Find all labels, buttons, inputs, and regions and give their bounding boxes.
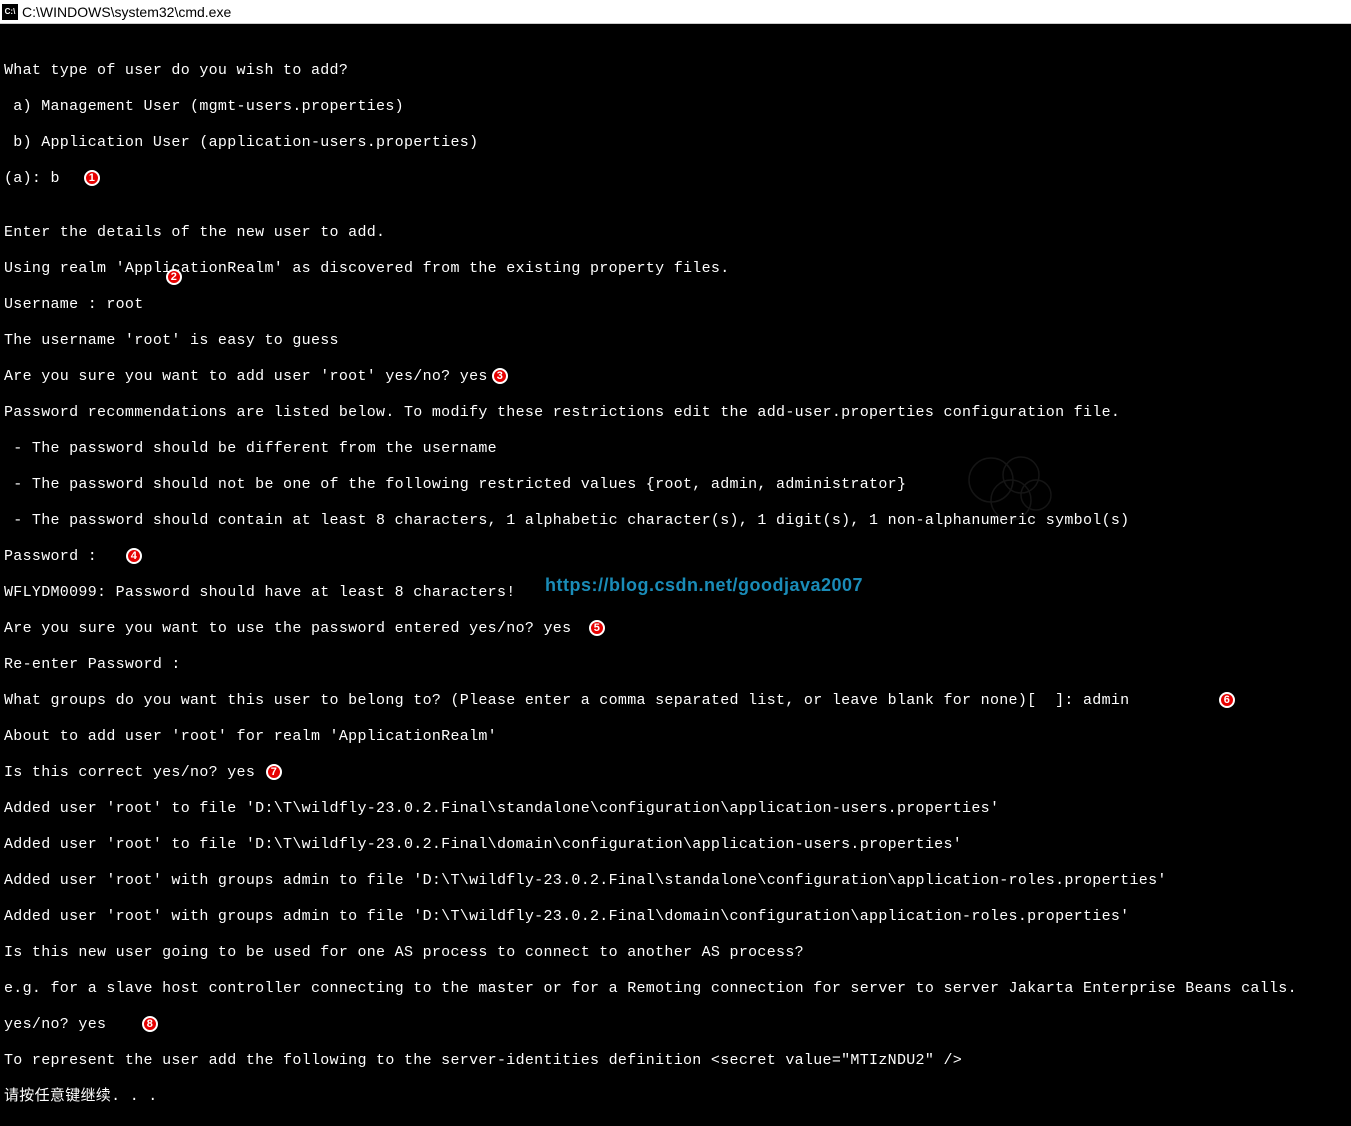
window-title: C:\WINDOWS\system32\cmd.exe (22, 4, 231, 20)
terminal-line: Using realm 'ApplicationRealm' as discov… (4, 260, 1347, 278)
annotation-marker-6: 6 (1219, 692, 1235, 708)
terminal-line: a) Management User (mgmt-users.propertie… (4, 98, 1347, 116)
watermark-logo (951, 440, 1071, 540)
annotation-marker-8: 8 (142, 1016, 158, 1032)
annotation-marker-2: 2 (166, 269, 182, 285)
terminal-line: - The password should be different from … (4, 440, 1347, 458)
terminal-line: Password recommendations are listed belo… (4, 404, 1347, 422)
terminal-line: Is this new user going to be used for on… (4, 944, 1347, 962)
terminal-line: To represent the user add the following … (4, 1052, 1347, 1070)
terminal-line: Re-enter Password : (4, 656, 1347, 674)
terminal-line: Password :4 (4, 548, 1347, 566)
terminal-line: - The password should not be one of the … (4, 476, 1347, 494)
terminal-line: yes/no? yes8 (4, 1016, 1347, 1034)
cloud-logo-icon (951, 440, 1071, 540)
window-titlebar: C:\ C:\WINDOWS\system32\cmd.exe (0, 0, 1351, 24)
terminal-line: Added user 'root' to file 'D:\T\wildfly-… (4, 836, 1347, 854)
terminal-line: Are you sure you want to use the passwor… (4, 620, 1347, 638)
terminal-line: e.g. for a slave host controller connect… (4, 980, 1347, 998)
annotation-marker-1: 1 (84, 170, 100, 186)
annotation-marker-3: 3 (492, 368, 508, 384)
annotation-marker-4: 4 (126, 548, 142, 564)
terminal-line: Added user 'root' with groups admin to f… (4, 908, 1347, 926)
terminal-line: 请按任意键继续. . . (4, 1088, 1347, 1106)
terminal-line: Is this correct yes/no? yes7 (4, 764, 1347, 782)
annotation-marker-7: 7 (266, 764, 282, 780)
terminal-line: Added user 'root' to file 'D:\T\wildfly-… (4, 800, 1347, 818)
terminal-line: b) Application User (application-users.p… (4, 134, 1347, 152)
terminal-line: What groups do you want this user to bel… (4, 692, 1347, 710)
terminal-line: About to add user 'root' for realm 'Appl… (4, 728, 1347, 746)
cmd-icon: C:\ (2, 4, 18, 20)
terminal-line: Are you sure you want to add user 'root'… (4, 368, 1347, 386)
terminal-line: Username : root (4, 296, 1347, 314)
terminal-line: (a): b1 (4, 170, 1347, 188)
watermark-url: https://blog.csdn.net/goodjava2007 (545, 575, 863, 596)
terminal-line: What type of user do you wish to add? (4, 62, 1347, 80)
terminal-line: Added user 'root' with groups admin to f… (4, 872, 1347, 890)
terminal-line: Enter the details of the new user to add… (4, 224, 1347, 242)
annotation-marker-5: 5 (589, 620, 605, 636)
terminal-line: - The password should contain at least 8… (4, 512, 1347, 530)
terminal-line: The username 'root' is easy to guess (4, 332, 1347, 350)
